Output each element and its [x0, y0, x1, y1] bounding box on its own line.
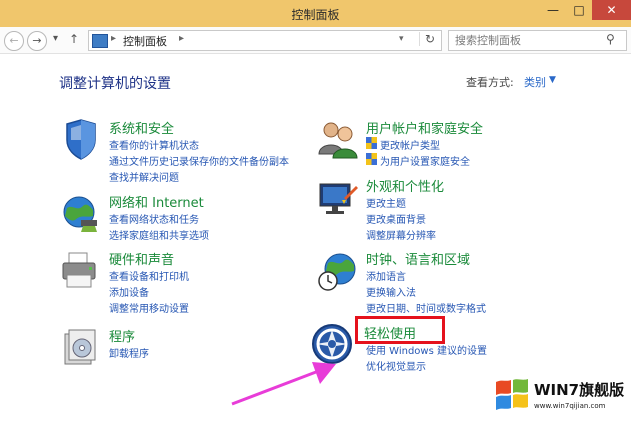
category-heading-network[interactable]: 网络和 Internet	[109, 192, 204, 211]
search-icon[interactable]: ⚲	[606, 32, 615, 46]
security-shield-icon[interactable]	[59, 118, 103, 162]
pointer-arrow	[231, 362, 336, 406]
chevron-down-icon[interactable]: ▼	[549, 75, 556, 85]
view-by-label: 查看方式:	[466, 76, 514, 89]
link-family-safety[interactable]: 为用户设置家庭安全	[380, 153, 470, 168]
breadcrumb-separator[interactable]: ▸	[111, 33, 116, 44]
back-button[interactable]: ←	[4, 31, 24, 51]
refresh-icon[interactable]: ↻	[419, 32, 435, 46]
link-change-desktop-background[interactable]: 更改桌面背景	[366, 211, 426, 226]
monitor-paint-icon[interactable]	[316, 176, 360, 220]
uac-shield-icon	[366, 137, 377, 149]
programs-box-icon[interactable]	[59, 326, 103, 370]
search-box[interactable]: ⚲	[448, 30, 627, 51]
network-globe-icon[interactable]	[59, 192, 103, 236]
watermark: WIN7旗舰版 www.win7qijian.com	[490, 372, 630, 422]
printer-icon[interactable]	[59, 249, 103, 293]
link-change-date-time-format[interactable]: 更改日期、时间或数字格式	[366, 300, 486, 315]
category-heading-appearance[interactable]: 外观和个性化	[366, 176, 444, 195]
link-recommended-settings[interactable]: 使用 Windows 建议的设置	[366, 342, 487, 357]
link-change-input-method[interactable]: 更换输入法	[366, 284, 416, 299]
link-change-theme[interactable]: 更改主题	[366, 195, 406, 210]
highlight-box	[355, 316, 445, 344]
uac-shield-icon	[366, 153, 377, 165]
link-optimize-visual-display[interactable]: 优化视觉显示	[366, 358, 426, 373]
window-title: 控制面板	[291, 8, 340, 22]
link-file-history-backup[interactable]: 通过文件历史记录保存你的文件备份副本	[109, 153, 289, 168]
category-heading-programs[interactable]: 程序	[109, 326, 135, 345]
close-button[interactable]: ✕	[592, 0, 631, 20]
link-adjust-resolution[interactable]: 调整屏幕分辨率	[366, 227, 436, 242]
address-field[interactable]: ▸ 控制面板 ▸ ▾ ↻	[88, 30, 442, 51]
link-change-account-type[interactable]: 更改帐户类型	[380, 137, 440, 152]
breadcrumb-control-panel[interactable]: 控制面板	[123, 33, 167, 49]
maximize-button[interactable]: □	[566, 0, 592, 20]
title-bar: 控制面板 — □ ✕	[0, 0, 631, 28]
search-input[interactable]	[453, 32, 602, 49]
clock-globe-icon[interactable]	[316, 249, 360, 293]
link-add-language[interactable]: 添加语言	[366, 268, 406, 283]
link-mobility-settings[interactable]: 调整常用移动设置	[109, 300, 189, 315]
users-icon[interactable]	[316, 118, 360, 162]
watermark-text: WIN7旗舰版	[534, 381, 625, 399]
link-uninstall-program[interactable]: 卸载程序	[109, 345, 149, 360]
link-devices-printers[interactable]: 查看设备和打印机	[109, 268, 189, 283]
link-add-device[interactable]: 添加设备	[109, 284, 149, 299]
category-heading-hardware[interactable]: 硬件和声音	[109, 249, 174, 268]
up-button[interactable]: ↑	[69, 32, 79, 46]
windows-logo-icon	[496, 379, 528, 410]
forward-button[interactable]: →	[27, 31, 47, 51]
view-by-dropdown[interactable]: 类别	[524, 74, 546, 90]
link-view-computer-status[interactable]: 查看你的计算机状态	[109, 137, 199, 152]
link-network-status[interactable]: 查看网络状态和任务	[109, 211, 199, 226]
link-homegroup-sharing[interactable]: 选择家庭组和共享选项	[109, 227, 209, 242]
recent-locations-dropdown[interactable]: ▾	[53, 33, 58, 44]
minimize-button[interactable]: —	[540, 0, 566, 20]
breadcrumb-separator[interactable]: ▸	[179, 33, 184, 44]
control-panel-icon	[92, 34, 108, 48]
page-title: 调整计算机的设置	[59, 76, 171, 92]
link-troubleshoot[interactable]: 查找并解决问题	[109, 169, 179, 184]
category-heading-system-security[interactable]: 系统和安全	[109, 118, 174, 137]
address-bar: ← → ▾ ↑ ▸ 控制面板 ▸ ▾ ↻ ⚲	[0, 27, 631, 54]
category-heading-clock-language[interactable]: 时钟、语言和区域	[366, 249, 470, 268]
address-dropdown-icon[interactable]: ▾	[399, 34, 404, 44]
category-heading-user-accounts[interactable]: 用户帐户和家庭安全	[366, 118, 483, 137]
watermark-url: www.win7qijian.com	[534, 402, 606, 410]
